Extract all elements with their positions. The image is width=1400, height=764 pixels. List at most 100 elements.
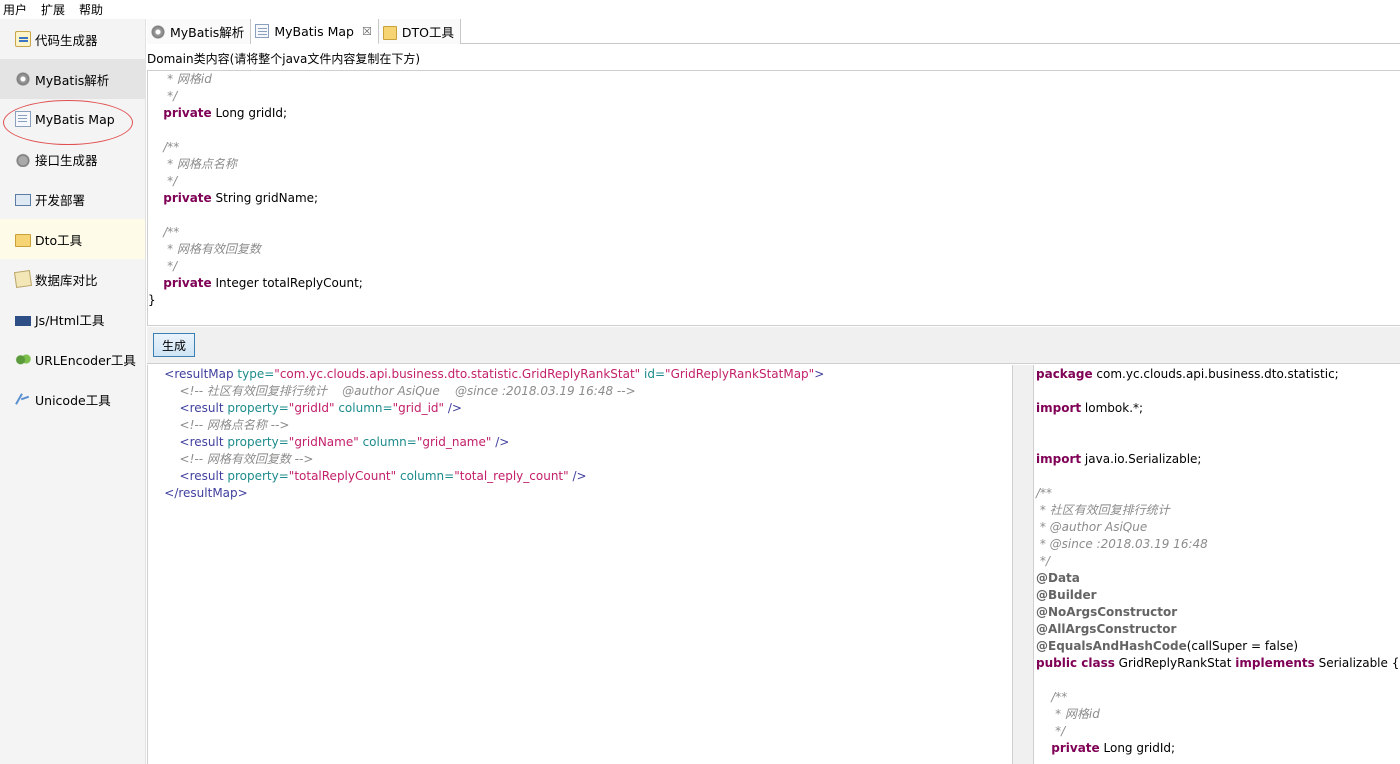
code-token: * @author AsiQue <box>1036 520 1148 534</box>
code-token: */ <box>148 174 178 188</box>
sidebar-item[interactable]: Js/Html工具 <box>0 299 145 339</box>
code-token: "grid_id" <box>392 401 445 415</box>
code-line: public class GridReplyRankStat implement… <box>1036 655 1400 672</box>
computer-icon <box>15 194 31 206</box>
sidebar-item[interactable]: 数据库对比 <box>0 259 145 299</box>
code-token: */ <box>148 259 178 273</box>
gear-icon <box>15 71 31 87</box>
tab[interactable]: MyBatis解析 <box>147 19 252 44</box>
code-token: /> <box>447 401 462 415</box>
code-token: <!-- 网格有效回复数 --> <box>179 452 314 466</box>
code-token: * @since :2018.03.19 16:48 <box>1036 537 1208 551</box>
menu-help[interactable]: 帮助 <box>76 1 110 18</box>
code-line: <resultMap type="com.yc.clouds.api.busin… <box>149 366 1012 383</box>
code-token: import <box>1036 401 1082 415</box>
tab[interactable]: MyBatis Map ☒ <box>251 19 379 44</box>
sidebar-item-label: Dto工具 <box>35 232 83 248</box>
document-icon <box>255 24 270 38</box>
code-token: String gridName; <box>211 191 319 205</box>
code-line: * 网格点名称 <box>148 156 1400 173</box>
code-token: "gridName" <box>288 435 359 449</box>
code-token: lombok.*; <box>1081 401 1144 415</box>
code-token: <result <box>179 469 224 483</box>
code-token: "com.yc.clouds.api.business.dto.statisti… <box>274 367 641 381</box>
code-line: @NoArgsConstructor <box>1036 604 1400 621</box>
sidebar-item-label: MyBatis解析 <box>35 72 110 88</box>
code-token: <!-- 网格点名称 --> <box>179 418 290 432</box>
sidebar-item[interactable]: URLEncoder工具 <box>0 339 145 379</box>
code-token: * 网格有效回复数 <box>148 242 261 256</box>
code-token: * 社区有效回复排行统计 <box>1036 503 1170 517</box>
code-token: /> <box>495 435 510 449</box>
code-line: <result property="gridName" column="grid… <box>149 434 1012 451</box>
sidebar-item[interactable]: MyBatis Map <box>0 99 145 139</box>
code-token: (callSuper = false) <box>1186 639 1299 653</box>
code-token: private <box>163 191 212 205</box>
code-token: private <box>163 276 212 290</box>
code-line: <!-- 网格有效回复数 --> <box>149 451 1012 468</box>
code-token: import <box>1036 452 1082 466</box>
code-token: */ <box>148 89 178 103</box>
tab-close-icon[interactable]: ☒ <box>362 25 372 38</box>
code-line: */ <box>148 173 1400 190</box>
sidebar-item[interactable]: 接口生成器 <box>0 139 145 179</box>
code-token: "totalReplyCount" <box>288 469 397 483</box>
gear-icon <box>151 24 165 39</box>
sidebar-item[interactable]: Dto工具 <box>0 219 145 259</box>
code-token: property= <box>227 401 289 415</box>
pane-splitter[interactable] <box>1013 365 1034 764</box>
sidebar-item-label: 接口生成器 <box>35 152 98 168</box>
sidebar-item[interactable]: MyBatis解析 <box>0 59 145 99</box>
code-token: "grid_name" <box>416 435 492 449</box>
html-icon <box>15 315 31 326</box>
domain-code-editor[interactable]: * 网格id */ private Long gridId; /** * 网格点… <box>147 70 1400 326</box>
code-token: property= <box>227 469 289 483</box>
tab[interactable]: DTO工具 <box>378 19 461 44</box>
code-line: /** <box>148 139 1400 156</box>
sidebar-item[interactable]: 代码生成器 <box>0 19 145 59</box>
code-line: package com.yc.clouds.api.business.dto.s… <box>1036 366 1400 383</box>
code-line: <result property="totalReplyCount" colum… <box>149 468 1012 485</box>
folder-icon <box>382 25 397 40</box>
code-token: @AllArgsConstructor <box>1036 622 1177 636</box>
code-token: /** <box>1036 486 1053 500</box>
code-line: * 网格id <box>1036 706 1400 723</box>
code-token: column= <box>362 435 417 449</box>
code-line: * 网格id <box>148 71 1400 88</box>
code-token: */ <box>1036 724 1066 738</box>
code-line: } <box>148 292 1400 309</box>
java-class-output[interactable]: package com.yc.clouds.api.business.dto.s… <box>1034 365 1400 764</box>
domain-content-label: Domain类内容(请将整个java文件内容复制在下方) <box>147 52 421 66</box>
generate-button[interactable]: 生成 <box>153 333 195 357</box>
menu-extensions[interactable]: 扩展 <box>38 1 72 18</box>
resultmap-xml-output[interactable]: <resultMap type="com.yc.clouds.api.busin… <box>147 365 1013 764</box>
code-token: /** <box>148 225 180 239</box>
sidebar-item[interactable]: Unicode工具 <box>0 379 145 419</box>
sidebar-item-label: URLEncoder工具 <box>35 352 136 368</box>
code-token: <result <box>179 435 224 449</box>
tab-bar: MyBatis解析 MyBatis Map ☒ DTO工具 <box>147 19 1400 44</box>
menu-user[interactable]: 用户 <box>0 1 34 18</box>
code-token: */ <box>1036 554 1050 568</box>
sidebar-item-label: Js/Html工具 <box>35 312 105 328</box>
code-token: <!-- 社区有效回复排行统计 @author AsiQue @since :2… <box>179 384 636 398</box>
code-token: "total_reply_count" <box>454 469 569 483</box>
code-line: */ <box>1036 723 1400 740</box>
code-token: Long gridId; <box>211 106 288 120</box>
tab-label: MyBatis解析 <box>170 25 245 40</box>
code-line: private Long gridId; <box>1036 740 1400 757</box>
sidebar-item[interactable]: 开发部署 <box>0 179 145 219</box>
code-token: Long gridId; <box>1099 741 1176 755</box>
code-token: private <box>163 106 212 120</box>
sidebar-item-label: MyBatis Map <box>35 111 115 127</box>
code-token: </resultMap> <box>164 486 248 500</box>
